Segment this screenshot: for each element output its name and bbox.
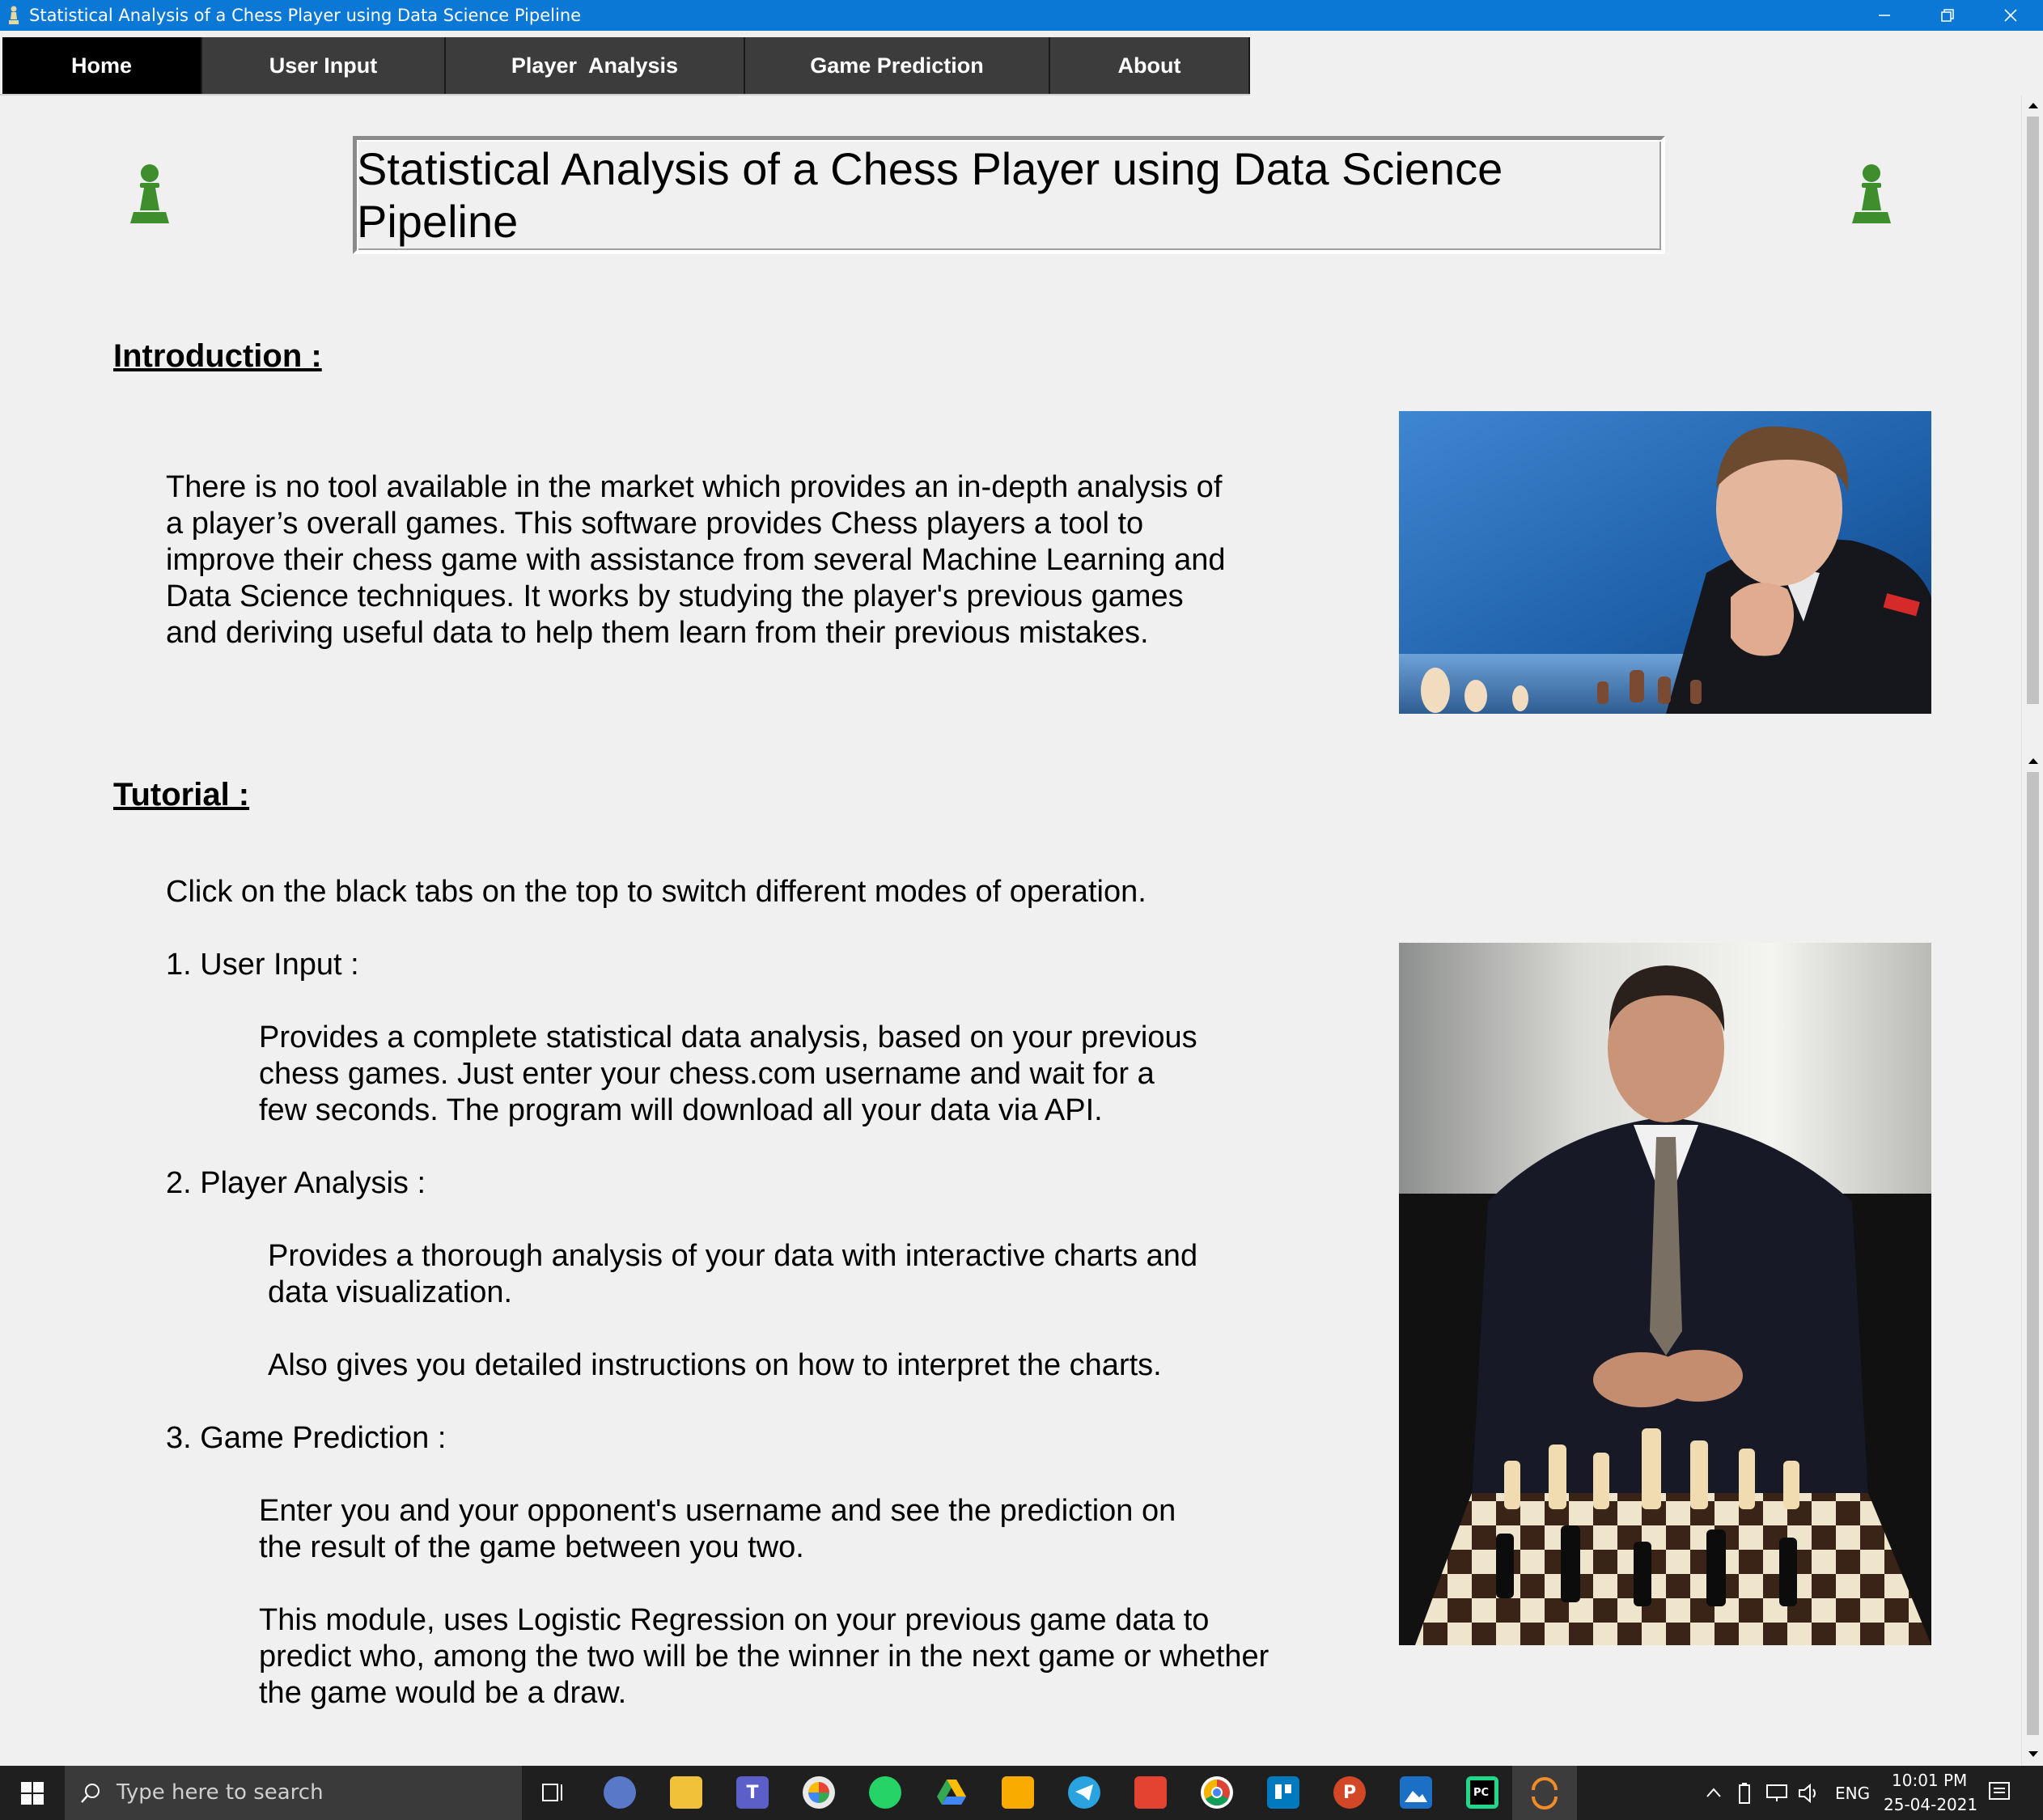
window-title: Statistical Analysis of a Chess Player u… — [29, 6, 582, 25]
tutorial-item-player-analysis-extra: Also gives you detailed instructions on … — [268, 1348, 1162, 1382]
tutorial-item-player-analysis-title: 2. Player Analysis : — [166, 1166, 426, 1200]
teams-icon[interactable]: T — [736, 1776, 769, 1809]
search-placeholder: Type here to search — [117, 1780, 324, 1805]
tutorial-intro: Click on the black tabs on the top to sw… — [166, 875, 1147, 909]
tutorial-line: the result of the game between you two. — [259, 1530, 804, 1564]
page-title-frame: Statistical Analysis of a Chess Player u… — [353, 136, 1665, 254]
minimize-icon — [1879, 15, 1890, 16]
powerpoint-icon[interactable]: P — [1333, 1776, 1366, 1809]
tutorial-line: Provides a thorough analysis of your dat… — [268, 1239, 1198, 1273]
vertical-scrollbar[interactable] — [2021, 95, 2043, 1766]
volume-icon[interactable] — [1798, 1784, 1820, 1803]
tab-user-input-label: User Input — [269, 53, 378, 78]
svg-text:PC: PC — [1473, 1787, 1489, 1799]
restore-icon — [1941, 9, 1954, 22]
intro-line: a player’s overall games. This software … — [166, 507, 1144, 541]
taskbar-search-input[interactable]: Type here to search — [65, 1766, 522, 1820]
tutorial-line: Enter you and your opponent's username a… — [259, 1494, 1176, 1528]
scroll-down-arrow-icon[interactable] — [2022, 1745, 2043, 1764]
pawn-icon-left — [130, 164, 169, 223]
chrome-icon[interactable] — [1201, 1776, 1233, 1809]
whatsapp-icon[interactable] — [869, 1776, 901, 1809]
tutorial-heading: Tutorial : — [113, 777, 250, 812]
tutorial-line: few seconds. The program will download a… — [259, 1093, 1103, 1127]
windows-logo-icon — [21, 1781, 44, 1805]
keep-notes-icon[interactable] — [1002, 1776, 1034, 1809]
tutorial-item-user-input-text: Provides a complete statistical data ana… — [259, 1020, 1197, 1129]
telegram-icon[interactable] — [1068, 1776, 1100, 1809]
minimize-button[interactable] — [1853, 0, 1916, 31]
tab-home-label: Home — [70, 53, 132, 78]
input-language[interactable]: ENG — [1835, 1784, 1870, 1803]
clock-date[interactable]: 25-04-2021 — [1884, 1795, 1977, 1814]
active-app-tile[interactable] — [1512, 1766, 1577, 1820]
tab-about[interactable]: About — [1050, 37, 1250, 94]
tutorial-line: data visualization. — [268, 1275, 513, 1309]
tutorial-item-game-prediction-extra: This module, uses Logistic Regression on… — [259, 1602, 1269, 1712]
scrollbar-thumb[interactable] — [2027, 117, 2039, 704]
pawn-icon-right — [1852, 164, 1891, 223]
tutorial-line: Provides a complete statistical data ana… — [259, 1020, 1197, 1054]
photo-chess-player-thinking — [1399, 411, 1931, 714]
google-drive-icon[interactable] — [935, 1776, 968, 1809]
trello-icon[interactable] — [1267, 1776, 1299, 1809]
start-button[interactable] — [0, 1766, 65, 1820]
tab-about-label: About — [1117, 53, 1181, 78]
intro-line: Data Science techniques. It works by stu… — [166, 579, 1184, 613]
introduction-text: There is no tool available in the market… — [166, 469, 1226, 651]
python-tk-app-icon — [1532, 1777, 1558, 1809]
scroll-up-arrow-icon[interactable] — [2022, 95, 2043, 115]
home-page: Statistical Analysis of a Chess Player u… — [0, 95, 2021, 1766]
tab-game-prediction[interactable]: Game Prediction — [745, 37, 1050, 94]
tutorial-line: This module, uses Logistic Regression on… — [259, 1603, 1210, 1637]
intro-line: There is no tool available in the market… — [166, 470, 1223, 504]
tutorial-line: the game would be a draw. — [259, 1676, 627, 1710]
tab-game-prediction-label: Game Prediction — [810, 53, 984, 78]
paint-app-icon[interactable] — [604, 1776, 636, 1809]
close-icon — [2004, 9, 2017, 22]
intro-line: and deriving useful data to help them le… — [166, 616, 1149, 650]
scroll-up-arrow-icon[interactable] — [2022, 751, 2043, 770]
close-button[interactable] — [1979, 0, 2042, 31]
task-view-icon[interactable] — [537, 1776, 570, 1809]
intro-line: improve their chess game with assistance… — [166, 543, 1226, 577]
app-pawn-icon — [9, 6, 19, 24]
network-icon[interactable] — [1765, 1784, 1790, 1803]
photo-chess-player-seated — [1399, 943, 1931, 1645]
tab-user-input[interactable]: User Input — [202, 37, 446, 94]
file-explorer-icon[interactable] — [670, 1776, 702, 1809]
tutorial-item-game-prediction-title: 3. Game Prediction : — [166, 1421, 447, 1455]
tab-player-analysis-label: Player Analysis — [511, 53, 679, 78]
pycharm-icon[interactable]: PC — [1466, 1776, 1498, 1809]
restore-button[interactable] — [1916, 0, 1979, 31]
tutorial-line: predict who, among the two will be the w… — [259, 1640, 1269, 1674]
photos-pinwheel-icon[interactable] — [803, 1776, 835, 1809]
search-icon — [81, 1784, 100, 1803]
tab-player-analysis[interactable]: Player Analysis — [446, 37, 745, 94]
photos-app-icon[interactable] — [1400, 1776, 1432, 1809]
notifications-icon[interactable] — [1987, 1780, 2011, 1805]
clock-time[interactable]: 10:01 PM — [1892, 1771, 1967, 1790]
tutorial-item-game-prediction-text: Enter you and your opponent's username a… — [259, 1493, 1176, 1566]
tutorial-item-user-input-title: 1. User Input : — [166, 948, 359, 982]
scrollbar-thumb[interactable] — [2027, 772, 2039, 1735]
tab-home[interactable]: Home — [2, 37, 202, 94]
introduction-heading: Introduction : — [113, 338, 322, 374]
battery-icon[interactable] — [1738, 1782, 1751, 1805]
page-title: Statistical Analysis of a Chess Player u… — [357, 143, 1503, 247]
show-hidden-icons-chevron-icon[interactable] — [1706, 1787, 1722, 1798]
windows-taskbar: Type here to search T P PC ENG 10:01 PM … — [0, 1766, 2043, 1820]
tab-bar: Home User Input Player Analysis Game Pre… — [0, 31, 2043, 95]
window-titlebar[interactable]: Statistical Analysis of a Chess Player u… — [0, 0, 2043, 31]
tutorial-line: chess games. Just enter your chess.com u… — [259, 1057, 1155, 1091]
tutorial-item-player-analysis-text: Provides a thorough analysis of your dat… — [268, 1238, 1197, 1311]
todoist-icon[interactable] — [1134, 1776, 1167, 1809]
